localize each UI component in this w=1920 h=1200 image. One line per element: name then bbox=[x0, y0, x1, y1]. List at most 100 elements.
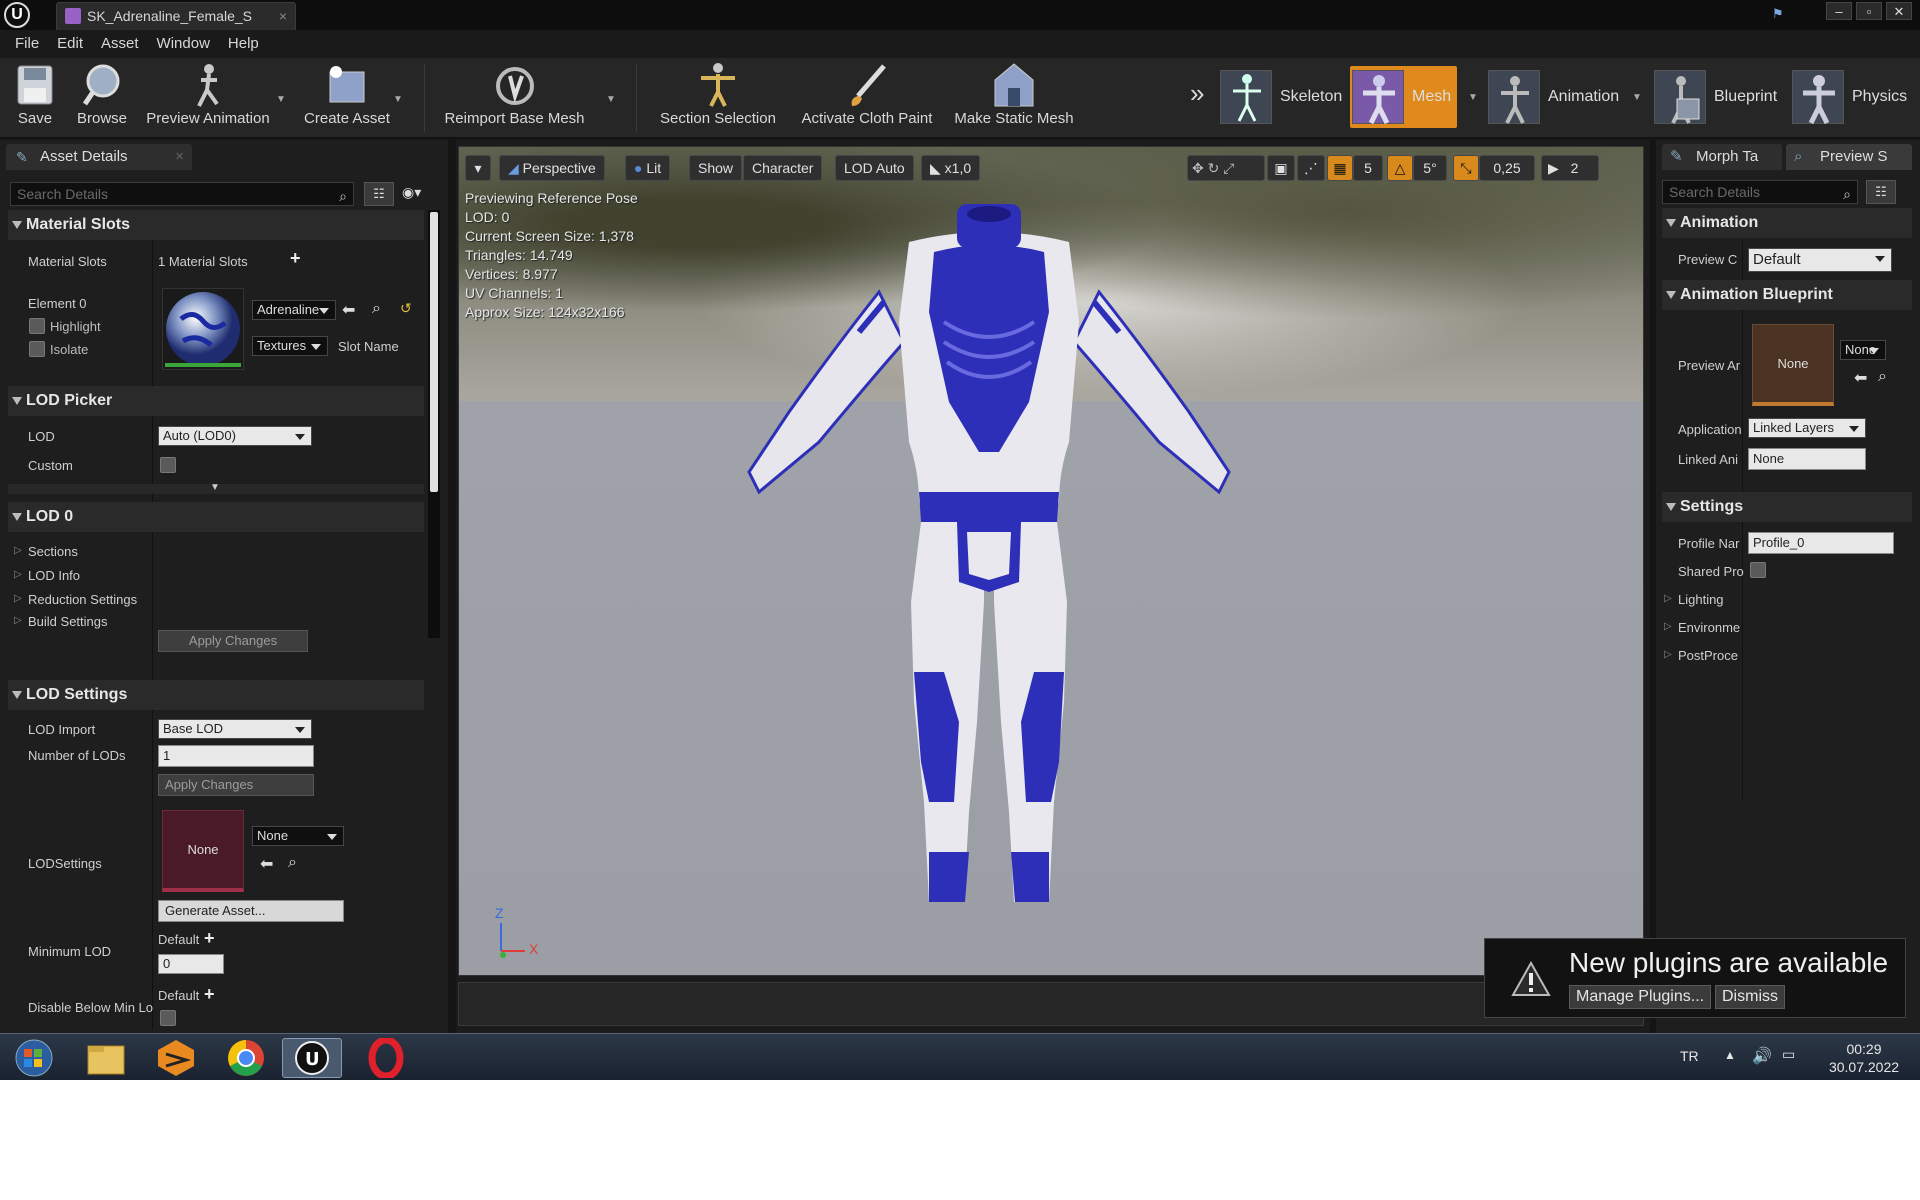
minimize-button[interactable]: – bbox=[1826, 2, 1852, 20]
isolate-checkbox[interactable] bbox=[29, 341, 45, 357]
unreal-engine-taskbar-icon[interactable]: U bbox=[282, 1038, 342, 1078]
mode-blueprint[interactable]: Blueprint bbox=[1654, 66, 1777, 128]
rotate-icon[interactable]: ↻ bbox=[1208, 160, 1220, 176]
menu-edit[interactable]: Edit bbox=[48, 30, 92, 58]
clock[interactable]: 00:29 30.07.2022 bbox=[1822, 1040, 1906, 1076]
visibility-eye-icon[interactable]: ◉▾ bbox=[402, 184, 421, 201]
mesh-mode-dropdown-icon[interactable]: ▼ bbox=[1468, 92, 1478, 103]
browse-button[interactable]: Browse bbox=[74, 62, 130, 134]
3d-viewport[interactable]: ▾ ◢ Perspective ● Lit Show Character LOD… bbox=[458, 146, 1644, 976]
lodsettings-thumbnail[interactable]: None bbox=[162, 810, 244, 892]
activate-cloth-paint-button[interactable]: Activate Cloth Paint bbox=[798, 62, 936, 134]
mode-physics[interactable]: Physics bbox=[1792, 66, 1907, 128]
mode-mesh[interactable]: Mesh bbox=[1350, 66, 1458, 128]
playback-speed-button[interactable]: ◣ x1,0 bbox=[921, 155, 981, 181]
tab-asset-details[interactable]: ✎ Asset Details × bbox=[6, 144, 192, 170]
transform-tools-group[interactable]: ✥ ↻ ⤢ bbox=[1187, 155, 1265, 181]
perspective-button[interactable]: ◢ Perspective bbox=[499, 155, 605, 181]
unreal-logo-icon[interactable]: U bbox=[4, 2, 30, 28]
category-lod-0[interactable]: LOD 0 bbox=[8, 502, 424, 532]
toolbar-overflow-icon[interactable]: » bbox=[1190, 78, 1204, 109]
search-details-input[interactable]: Search Details ⌕ bbox=[10, 182, 354, 206]
use-selected-arrow-icon[interactable]: ⬅ bbox=[1854, 368, 1867, 388]
show-button[interactable]: Show bbox=[689, 155, 743, 181]
post-process-item[interactable]: PostProce bbox=[1664, 648, 1738, 663]
chrome-icon[interactable] bbox=[216, 1038, 276, 1078]
world-local-icon[interactable]: ▣ bbox=[1267, 155, 1295, 181]
add-material-slot-icon[interactable]: + bbox=[290, 248, 301, 269]
show-hidden-icons-icon[interactable]: ▲ bbox=[1724, 1048, 1736, 1062]
menu-help[interactable]: Help bbox=[219, 30, 268, 58]
category-lod-picker[interactable]: LOD Picker bbox=[8, 386, 424, 416]
category-lod-settings[interactable]: LOD Settings bbox=[8, 680, 424, 710]
scrollbar-thumb[interactable] bbox=[430, 212, 438, 492]
reduction-settings-item[interactable]: Reduction Settings bbox=[14, 592, 137, 607]
lod0-apply-changes-button[interactable]: Apply Changes bbox=[158, 630, 308, 652]
anim-blueprint-combo[interactable]: None bbox=[1840, 340, 1886, 360]
lod-info-item[interactable]: LOD Info bbox=[14, 568, 80, 583]
browse-asset-icon[interactable]: ⌕ bbox=[1878, 368, 1887, 386]
animation-mode-dropdown-icon[interactable]: ▼ bbox=[1632, 92, 1642, 103]
use-selected-arrow-icon[interactable]: ⬅ bbox=[342, 300, 355, 320]
textures-combo[interactable]: Textures bbox=[252, 336, 328, 356]
shared-profile-checkbox[interactable] bbox=[1750, 562, 1766, 578]
reset-to-default-icon[interactable]: ↺ bbox=[400, 300, 412, 317]
scale-icon[interactable]: ⤢ bbox=[1223, 160, 1234, 176]
add-minimum-lod-override-icon[interactable]: + bbox=[204, 928, 215, 949]
category-settings[interactable]: Settings bbox=[1662, 492, 1912, 522]
sublime-text-icon[interactable] bbox=[146, 1038, 206, 1078]
material-combo[interactable]: Adrenaline bbox=[252, 300, 336, 320]
preview-animation-button[interactable]: Preview Animation bbox=[143, 62, 273, 134]
language-indicator[interactable]: TR bbox=[1680, 1048, 1699, 1064]
close-button[interactable]: ✕ bbox=[1886, 2, 1912, 20]
browse-asset-icon[interactable]: ⌕ bbox=[288, 854, 297, 872]
mode-skeleton[interactable]: Skeleton bbox=[1220, 66, 1342, 128]
details-scrollbar[interactable] bbox=[428, 210, 440, 638]
lod-import-combo[interactable]: Base LOD bbox=[158, 719, 312, 739]
lit-button[interactable]: ● Lit bbox=[625, 155, 671, 181]
scale-snap-value[interactable]: 0,25 bbox=[1479, 155, 1535, 181]
menu-window[interactable]: Window bbox=[148, 30, 219, 58]
viewport-options-dropdown[interactable]: ▾ bbox=[465, 155, 491, 181]
create-asset-dropdown-icon[interactable]: ▼ bbox=[393, 94, 403, 105]
highlight-checkbox[interactable] bbox=[29, 318, 45, 334]
category-animation-blueprint[interactable]: Animation Blueprint bbox=[1662, 280, 1912, 310]
menu-asset[interactable]: Asset bbox=[92, 30, 148, 58]
opera-icon[interactable] bbox=[356, 1036, 416, 1080]
grid-size-value[interactable]: 5 bbox=[1353, 155, 1383, 181]
surface-snapping-icon[interactable]: ⋰ bbox=[1297, 155, 1325, 181]
file-explorer-icon[interactable] bbox=[76, 1038, 136, 1078]
reimport-dropdown-icon[interactable]: ▼ bbox=[606, 94, 616, 105]
volume-icon[interactable]: 🔊 bbox=[1752, 1046, 1772, 1066]
reimport-base-mesh-button[interactable]: Reimport Base Mesh bbox=[442, 62, 587, 134]
notification-flag-icon[interactable]: ⚑ bbox=[1772, 6, 1790, 21]
preview-controller-combo[interactable]: Default bbox=[1748, 248, 1892, 272]
lighting-item[interactable]: Lighting bbox=[1664, 592, 1723, 607]
lod-auto-button[interactable]: LOD Auto bbox=[835, 155, 914, 181]
build-settings-item[interactable]: Build Settings bbox=[14, 614, 107, 629]
network-icon[interactable]: ▭ bbox=[1782, 1046, 1795, 1063]
generate-asset-button[interactable]: Generate Asset... bbox=[158, 900, 344, 922]
profile-name-input[interactable]: Profile_0 bbox=[1748, 532, 1894, 554]
lod-combo[interactable]: Auto (LOD0) bbox=[158, 426, 312, 446]
tab-preview-scene[interactable]: ⌕ Preview S bbox=[1786, 144, 1912, 170]
category-animation[interactable]: Animation bbox=[1662, 208, 1912, 238]
translate-icon[interactable]: ✥ bbox=[1192, 160, 1204, 176]
lod-settings-apply-changes-button[interactable]: Apply Changes bbox=[158, 774, 314, 796]
search-details-input[interactable]: Search Details ⌕ bbox=[1662, 180, 1858, 204]
grid-snap-icon[interactable]: ▦ bbox=[1327, 155, 1353, 181]
application-method-combo[interactable]: Linked Layers bbox=[1748, 418, 1866, 438]
scale-snap-icon[interactable]: ⤡ bbox=[1453, 155, 1479, 181]
number-of-lods-input[interactable]: 1 bbox=[158, 745, 314, 767]
disable-below-min-lod-checkbox[interactable] bbox=[160, 1010, 176, 1026]
lodsettings-asset-combo[interactable]: None bbox=[252, 826, 344, 846]
tab-close-icon[interactable]: × bbox=[175, 144, 184, 170]
document-tab[interactable]: SK_Adrenaline_Female_S × bbox=[56, 2, 296, 30]
category-material-slots[interactable]: Material Slots bbox=[8, 210, 424, 240]
material-thumbnail[interactable] bbox=[162, 288, 244, 370]
make-static-mesh-button[interactable]: Make Static Mesh bbox=[952, 62, 1076, 134]
add-disable-override-icon[interactable]: + bbox=[204, 984, 215, 1005]
save-button[interactable]: Save bbox=[12, 62, 58, 134]
timeline-bar[interactable] bbox=[458, 982, 1644, 1026]
start-button-icon[interactable] bbox=[6, 1038, 66, 1078]
